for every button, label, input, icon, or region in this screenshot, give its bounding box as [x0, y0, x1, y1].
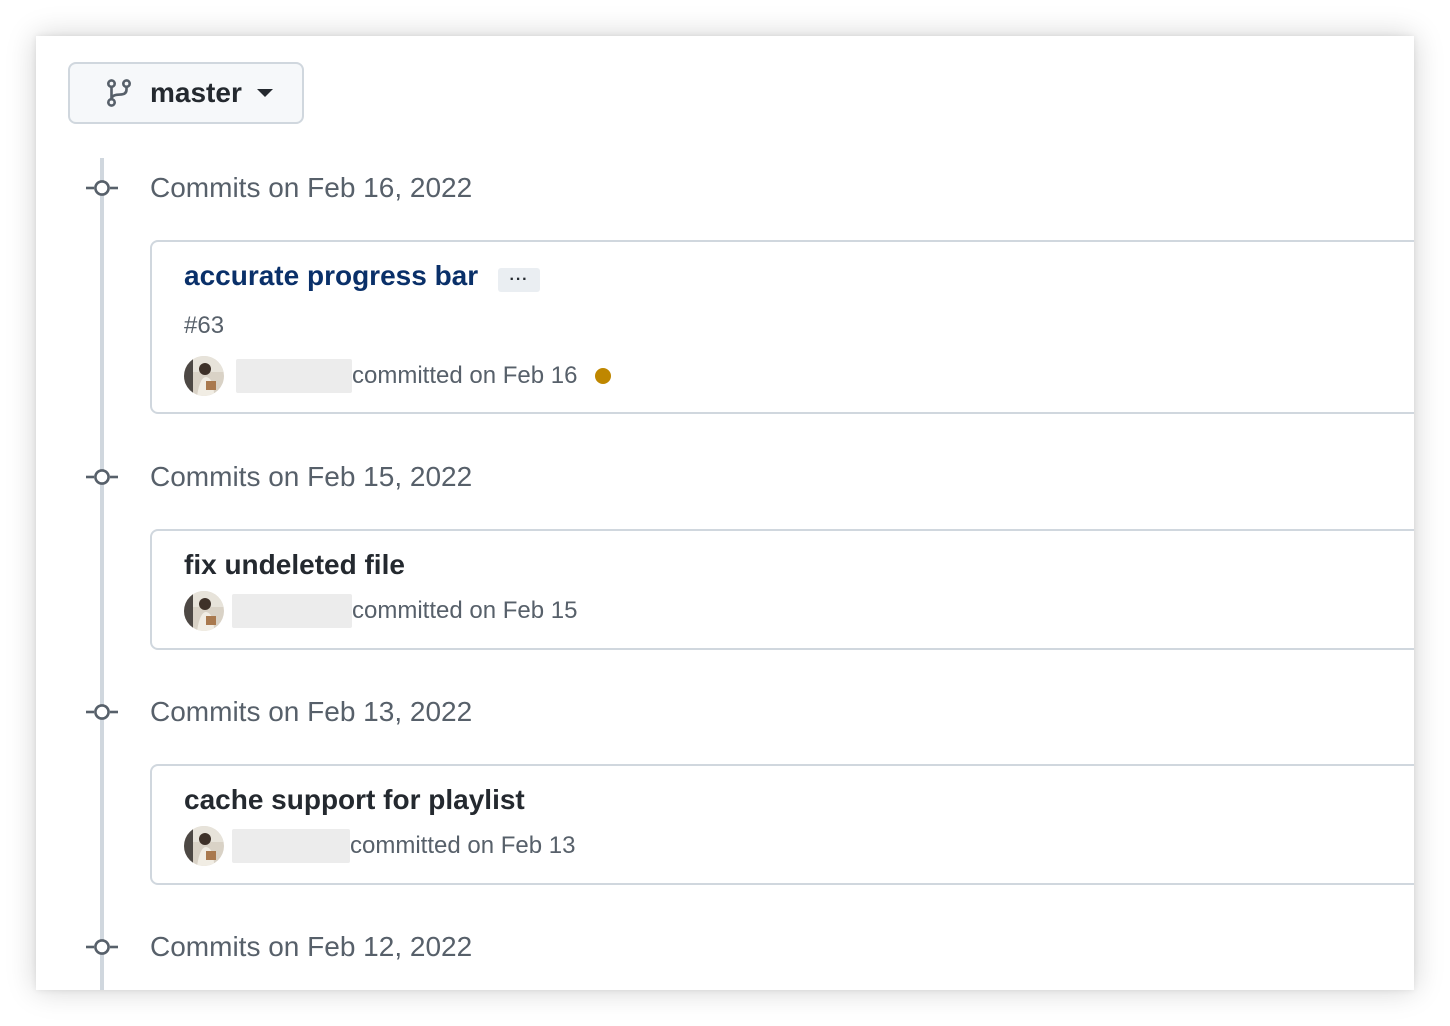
branch-name: master: [150, 77, 242, 108]
expand-commit-message-button[interactable]: ···: [498, 268, 540, 292]
author-avatar[interactable]: [184, 826, 224, 866]
author-avatar[interactable]: [184, 591, 224, 631]
branch-selector-button[interactable]: master: [68, 62, 304, 124]
caret-down-icon: [256, 89, 273, 97]
git-commit-icon: [84, 939, 120, 955]
pull-request-reference[interactable]: #63: [184, 312, 224, 340]
commit-message-link[interactable]: accurate progress bar: [184, 260, 478, 292]
commit-date-text: committed on Feb 13: [350, 832, 576, 859]
git-branch-icon: [106, 79, 132, 107]
git-commit-icon: [84, 180, 120, 196]
commit-group-header: Commits on Feb 13, 2022: [84, 692, 472, 732]
author-avatar[interactable]: [184, 356, 224, 396]
git-commit-icon: [84, 704, 120, 720]
commit-meta: committed on Feb 15: [184, 591, 577, 631]
author-name-redacted: [236, 359, 352, 393]
author-name-redacted: [232, 594, 352, 628]
commit-group-header: Commits on Feb 12, 2022: [84, 927, 472, 967]
git-commit-icon: [84, 469, 120, 485]
commit-meta: committed on Feb 16: [184, 356, 612, 396]
commit-card: cache support for playlist committed on …: [150, 764, 1414, 885]
commit-meta: committed on Feb 13: [184, 826, 575, 866]
commit-group-title: Commits on Feb 13, 2022: [150, 696, 473, 727]
commit-group-title: Commits on Feb 16, 2022: [150, 172, 473, 203]
timeline-line: [100, 158, 104, 990]
commit-message-link[interactable]: fix undeleted file: [184, 549, 405, 581]
commit-group-title: Commits on Feb 15, 2022: [150, 461, 473, 492]
commit-group-header: Commits on Feb 15, 2022: [84, 457, 472, 497]
pending-status-dot[interactable]: [595, 368, 612, 384]
commit-date-text: committed on Feb 15: [352, 597, 578, 624]
commit-date-text: committed on Feb 16: [352, 362, 578, 389]
commit-group-title: Commits on Feb 12, 2022: [150, 931, 473, 962]
commit-card: accurate progress bar ··· #63 committed …: [150, 240, 1414, 414]
commits-panel: master Commits on Feb 16, 2022 accurate …: [36, 36, 1414, 990]
author-name-redacted: [232, 829, 350, 863]
commit-group-header: Commits on Feb 16, 2022: [84, 168, 472, 208]
commit-message-link[interactable]: cache support for playlist: [184, 784, 525, 816]
commit-card: fix undeleted file committed on Feb 15: [150, 529, 1414, 650]
